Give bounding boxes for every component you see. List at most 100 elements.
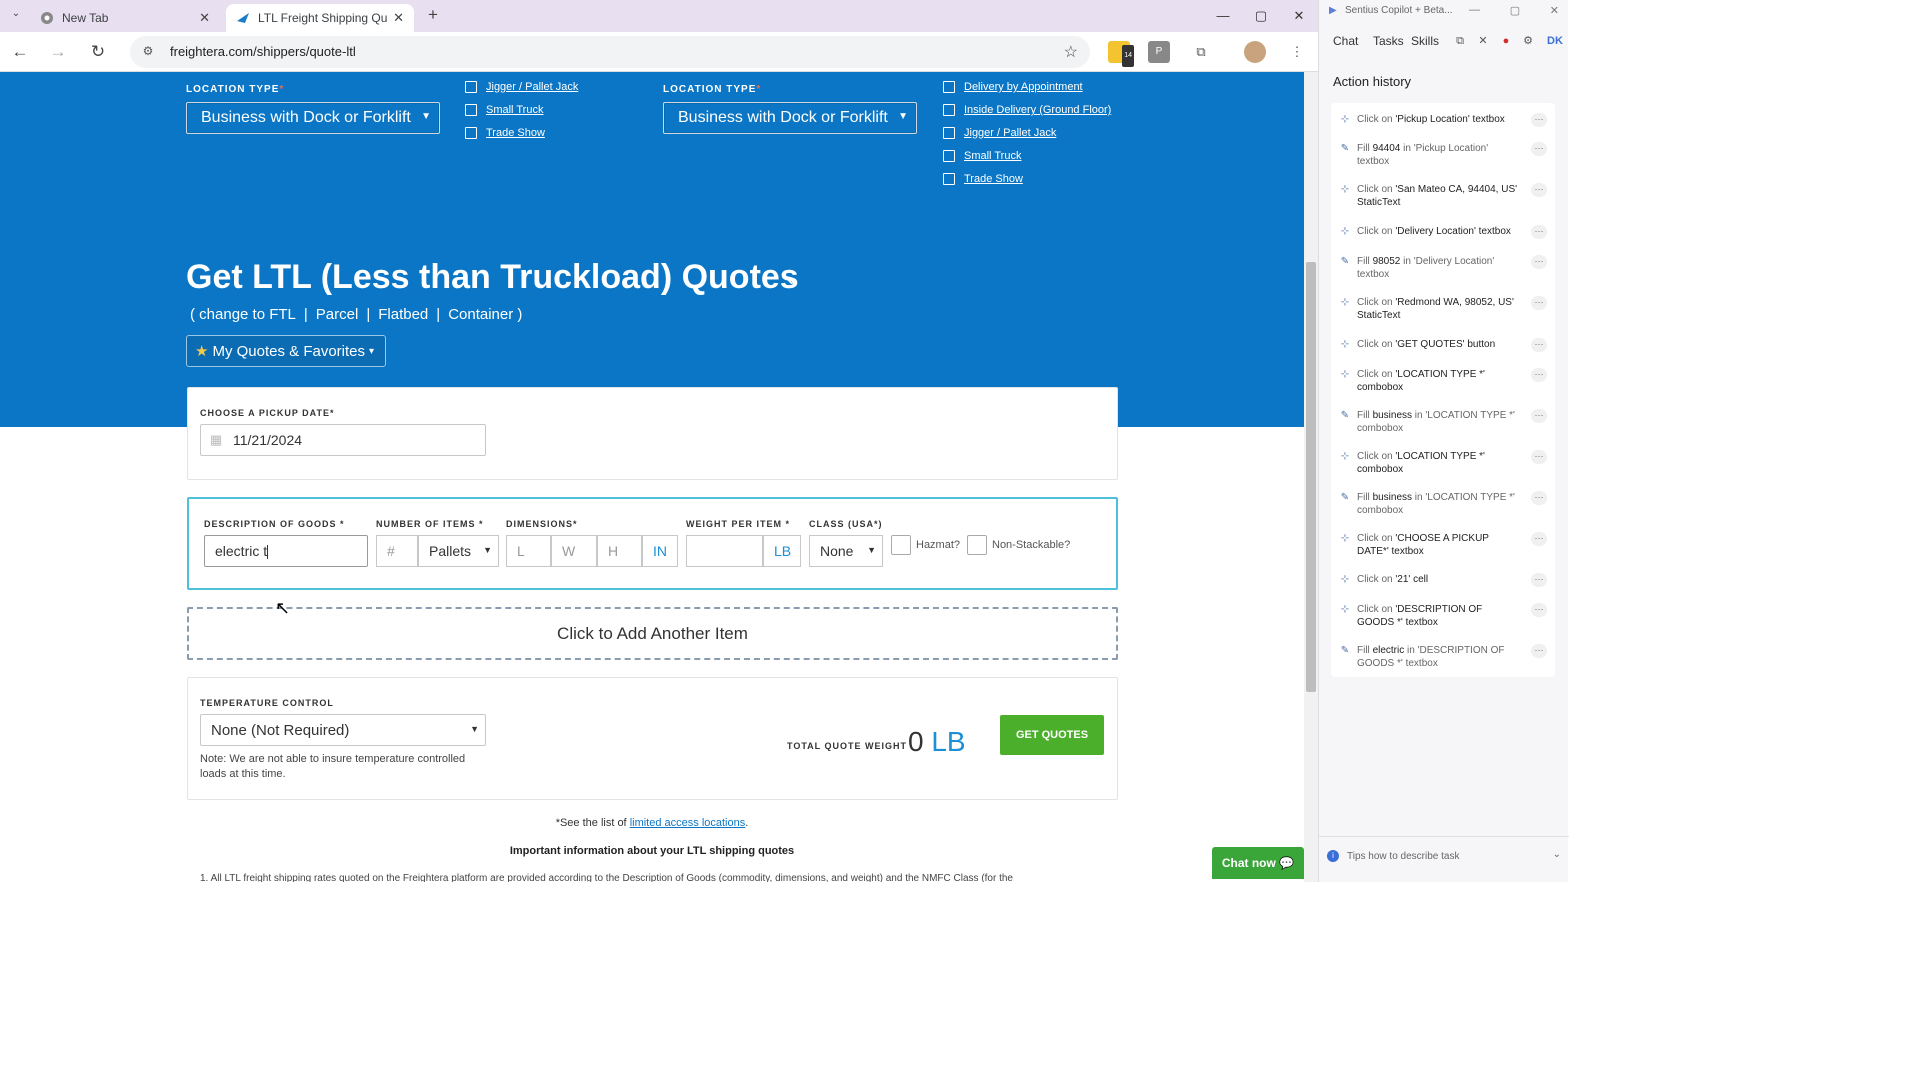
hazmat-checkbox[interactable] (891, 535, 911, 555)
dest-jigger-checkbox[interactable]: Jigger / Pallet Jack (943, 127, 1056, 139)
more-options-icon[interactable]: ··· (1531, 142, 1547, 156)
close-icon[interactable]: ✕ (1550, 4, 1559, 17)
more-options-icon[interactable]: ··· (1531, 368, 1547, 382)
non-stackable-label: Non-Stackable? (992, 539, 1071, 551)
dest-inside-delivery-checkbox[interactable]: Inside Delivery (Ground Floor) (943, 104, 1111, 116)
more-options-icon[interactable]: ··· (1531, 183, 1547, 197)
more-options-icon[interactable]: ··· (1531, 338, 1547, 352)
extensions-puzzle-icon[interactable]: ⧉ (1190, 41, 1212, 63)
page-scrollbar[interactable] (1304, 72, 1318, 882)
destination-location-type-select[interactable]: Business with Dock or Forklift ▼ (663, 102, 917, 134)
extension-badge: 14 (1122, 45, 1134, 67)
action-history-list: ⊹ Click on 'Pickup Location' textbox ··· ✎… (1331, 103, 1555, 677)
scroll-thumb[interactable] (1306, 262, 1316, 692)
origin-jigger-checkbox[interactable]: Jigger / Pallet Jack (465, 81, 578, 93)
ftl-link[interactable]: ( change to FTL (190, 306, 296, 323)
menu-kebab-icon[interactable]: ⋮ (1286, 41, 1308, 63)
origin-location-type-select[interactable]: Business with Dock or Forklift ▼ (186, 102, 440, 134)
pickup-date-input[interactable]: ▦ 11/21/2024 (200, 424, 486, 456)
tab-skills[interactable]: Skills (1411, 34, 1439, 48)
profile-avatar[interactable] (1244, 41, 1266, 63)
chevron-down-icon: ▼ (898, 111, 908, 122)
more-options-icon[interactable]: ··· (1531, 491, 1547, 505)
close-window-button[interactable]: ✕ (1286, 6, 1312, 26)
new-tab-button[interactable]: + (424, 6, 442, 24)
cursor-click-icon: ⊹ (1340, 297, 1350, 308)
forward-arrow-icon[interactable]: → (46, 40, 70, 64)
height-input[interactable]: H (597, 535, 642, 567)
limited-access-link[interactable]: limited access locations (630, 817, 746, 829)
pencil-icon: ✎ (1340, 410, 1350, 421)
important-info-heading: Important information about your LTL shi… (509, 845, 795, 857)
origin-location-type-label: LOCATION TYPE* (186, 84, 285, 95)
dest-delivery-appointment-checkbox[interactable]: Delivery by Appointment (943, 81, 1083, 93)
more-options-icon[interactable]: ··· (1531, 409, 1547, 423)
copilot-logo-icon: ▶ (1329, 5, 1337, 16)
tab-tasks[interactable]: Tasks (1373, 34, 1404, 48)
close-tab-icon[interactable]: ✕ (199, 10, 210, 26)
more-options-icon[interactable]: ··· (1531, 603, 1547, 617)
number-of-items-input[interactable]: # (376, 535, 418, 567)
hazmat-label: Hazmat? (916, 539, 961, 551)
more-options-icon[interactable]: ··· (1531, 113, 1547, 127)
user-initials[interactable]: DK (1545, 34, 1565, 48)
reload-icon[interactable]: ↻ (86, 40, 110, 64)
chat-now-button[interactable]: Chat now 💬 (1212, 847, 1304, 879)
more-options-icon[interactable]: ··· (1531, 644, 1547, 658)
copy-icon[interactable]: ⧉ (1453, 34, 1467, 48)
cursor-click-icon: ⊹ (1340, 339, 1350, 350)
tab-search-icon[interactable]: ⌄ (6, 8, 26, 24)
minimize-icon[interactable]: — (1469, 4, 1480, 17)
chevron-down-icon: ▼ (483, 545, 492, 555)
extension-p-icon[interactable]: P (1148, 41, 1170, 63)
width-input[interactable]: W (551, 535, 597, 567)
dest-small-truck-checkbox[interactable]: Small Truck (943, 150, 1021, 162)
parcel-link[interactable]: Parcel (316, 306, 359, 323)
chevron-down-icon: ▼ (421, 111, 431, 122)
class-select[interactable]: None ▼ (809, 535, 883, 567)
bookmark-star-icon[interactable]: ☆ (1064, 42, 1078, 62)
temperature-select[interactable]: None (Not Required) ▼ (200, 714, 486, 746)
cursor-click-icon: ⊹ (1340, 114, 1350, 125)
close-icon[interactable]: ✕ (1476, 34, 1490, 48)
record-icon[interactable]: ● (1499, 34, 1513, 48)
extension-icon[interactable]: 14 (1108, 41, 1134, 67)
weight-input[interactable] (686, 535, 763, 567)
length-input[interactable]: L (506, 535, 551, 567)
tab-ltl-freight[interactable]: LTL Freight Shipping Quotes ✕ (226, 4, 414, 32)
origin-trade-show-checkbox[interactable]: Trade Show (465, 127, 545, 139)
weight-label: WEIGHT PER ITEM * (686, 519, 791, 529)
more-options-icon[interactable]: ··· (1531, 296, 1547, 310)
cursor-click-icon: ⊹ (1340, 533, 1350, 544)
more-options-icon[interactable]: ··· (1531, 532, 1547, 546)
maximize-icon[interactable]: ▢ (1510, 4, 1520, 17)
my-quotes-favorites-button[interactable]: ★ My Quotes & Favorites ▾ (186, 335, 386, 367)
add-another-item-button[interactable]: Click to Add Another Item (187, 607, 1118, 660)
item-unit-select[interactable]: Pallets ▼ (418, 535, 499, 567)
minimize-button[interactable]: — (1210, 6, 1236, 26)
tab-chat[interactable]: Chat (1333, 34, 1358, 48)
tab-new-tab[interactable]: New Tab ✕ (30, 4, 220, 32)
more-options-icon[interactable]: ··· (1531, 573, 1547, 587)
more-options-icon[interactable]: ··· (1531, 450, 1547, 464)
address-bar[interactable]: ⚙ freightera.com/shippers/quote-ltl ☆ (130, 36, 1090, 68)
chevron-down-icon[interactable]: ⌄ (784, 268, 799, 289)
description-of-goods-input[interactable]: electric t (204, 535, 368, 567)
close-tab-icon[interactable]: ✕ (393, 10, 404, 26)
gear-icon[interactable]: ⚙ (1521, 34, 1535, 48)
dimensions-label: DIMENSIONS* (506, 519, 578, 529)
origin-small-truck-checkbox[interactable]: Small Truck (465, 104, 543, 116)
more-options-icon[interactable]: ··· (1531, 225, 1547, 239)
flatbed-link[interactable]: Flatbed (378, 306, 428, 323)
maximize-button[interactable]: ▢ (1248, 6, 1274, 26)
chrome-icon (40, 11, 54, 25)
dest-trade-show-checkbox[interactable]: Trade Show (943, 173, 1023, 185)
panel-title: Sentius Copilot + Beta... (1345, 5, 1453, 16)
get-quotes-button[interactable]: GET QUOTES (1000, 715, 1104, 755)
more-options-icon[interactable]: ··· (1531, 255, 1547, 269)
container-link[interactable]: Container ) (448, 306, 522, 323)
back-arrow-icon[interactable]: ← (8, 40, 32, 64)
non-stackable-checkbox[interactable] (967, 535, 987, 555)
tips-bar[interactable]: i Tips how to describe task ⌄ (1319, 836, 1569, 876)
site-settings-icon[interactable]: ⚙ (140, 44, 156, 60)
